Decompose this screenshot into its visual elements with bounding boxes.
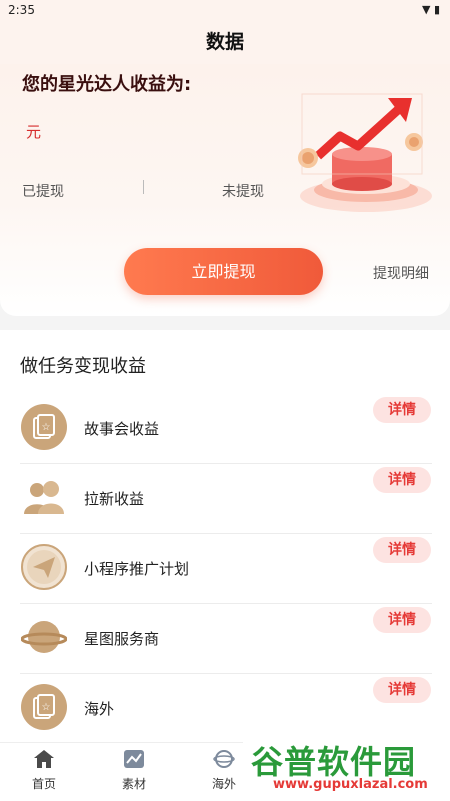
status-time: 2:35 [8, 3, 35, 17]
task-detail-button[interactable]: 详情 [373, 607, 431, 633]
task-row-referral[interactable]: 拉新收益 详情 [0, 464, 450, 534]
svg-text:☆: ☆ [42, 702, 51, 713]
planet-icon [21, 621, 67, 653]
tasks-section-title: 做任务变现收益 [20, 356, 146, 377]
task-detail-button[interactable]: 详情 [373, 537, 431, 563]
withdrawn-label: 已提现 [22, 184, 64, 200]
task-detail-button[interactable]: 详情 [373, 397, 431, 423]
tab-label: 首页 [31, 777, 56, 791]
earnings-title: 您的星光达人收益为: [22, 74, 192, 95]
image-chart-icon [124, 750, 144, 768]
tab-materials[interactable]: 素材 [104, 749, 164, 792]
wifi-icon: ▼ [421, 3, 431, 16]
tasks-section: 做任务变现收益 ☆ 故事会收益 详情 拉新收益 详情 小程序推广计划 详情 星图… [0, 330, 450, 742]
watermark-sub: www.gupuxlazal.com [273, 777, 428, 792]
task-label: 故事会收益 [84, 420, 160, 438]
stats-divider [143, 180, 144, 194]
task-label: 拉新收益 [84, 490, 145, 508]
paper-plane-icon [21, 544, 67, 590]
earnings-card: 您的星光达人收益为: 元 已提现 未提现 立即提现 提现明细 [0, 64, 450, 316]
task-detail-button[interactable]: 详情 [373, 677, 431, 703]
status-bar: 2:35 ▼ ▮ [0, 0, 450, 20]
growth-chart-illustration [298, 93, 432, 212]
earnings-currency: 元 [26, 123, 42, 141]
task-row-story[interactable]: ☆ 故事会收益 详情 [0, 394, 450, 464]
tab-label: 素材 [121, 777, 146, 791]
task-label: 海外 [84, 700, 115, 718]
page-title: 数据 [0, 20, 450, 64]
task-label: 星图服务商 [84, 630, 160, 648]
globe-icon [213, 750, 235, 768]
task-detail-button[interactable]: 详情 [373, 467, 431, 493]
site-watermark: 谷普软件园 www.gupuxlazal.com [243, 735, 450, 800]
task-label: 小程序推广计划 [84, 560, 190, 578]
status-icons: ▼ ▮ [422, 3, 440, 16]
not-withdrawn-label: 未提现 [222, 184, 264, 200]
card-star-icon: ☆ [21, 684, 67, 730]
users-icon [24, 481, 64, 514]
withdraw-detail-link[interactable]: 提现明细 [373, 263, 429, 283]
svg-text:☆: ☆ [42, 422, 51, 433]
home-icon [34, 750, 54, 768]
battery-icon: ▮ [433, 3, 440, 16]
task-row-miniprogram[interactable]: 小程序推广计划 详情 [0, 534, 450, 604]
card-star-icon: ☆ [21, 404, 67, 450]
tab-home[interactable]: 首页 [14, 749, 74, 792]
withdraw-now-button[interactable]: 立即提现 [124, 248, 323, 295]
task-row-overseas[interactable]: ☆ 海外 详情 [0, 674, 450, 744]
task-row-xingtu[interactable]: 星图服务商 详情 [0, 604, 450, 674]
